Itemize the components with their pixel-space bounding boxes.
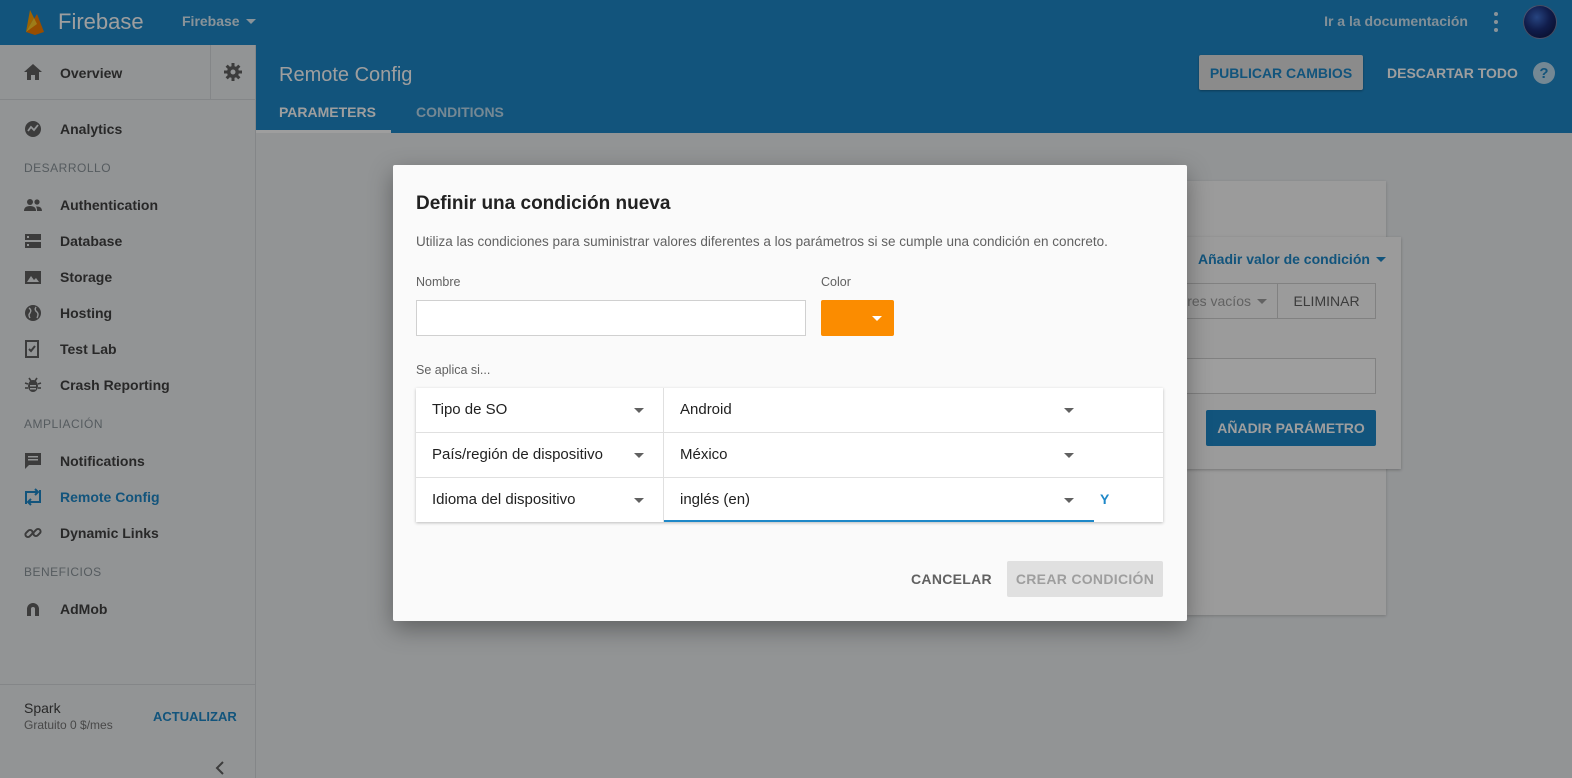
chevron-down-icon <box>634 498 644 503</box>
chevron-down-icon <box>872 316 882 321</box>
rule-value-select[interactable]: Android <box>664 388 1094 432</box>
dialog-title: Definir una condición nueva <box>416 193 671 214</box>
rule-row: Tipo de SO Android <box>416 388 1163 433</box>
rule-value-select[interactable]: inglés (en) <box>664 478 1094 522</box>
new-condition-dialog: Definir una condición nueva Utiliza las … <box>393 165 1187 621</box>
applies-if-label: Se aplica si... <box>416 363 491 377</box>
rule-property-select[interactable]: Idioma del dispositivo <box>416 478 664 522</box>
add-and-rule-button[interactable]: Y <box>1100 491 1109 507</box>
color-label: Color <box>821 275 851 289</box>
rule-property-value: Idioma del dispositivo <box>432 491 576 508</box>
dialog-description: Utiliza las condiciones para suministrar… <box>416 234 1108 249</box>
create-condition-button[interactable]: CREAR CONDICIÓN <box>1007 561 1163 597</box>
chevron-down-icon <box>634 453 644 458</box>
rule-property-select[interactable]: País/región de dispositivo <box>416 433 664 477</box>
chevron-down-icon <box>1064 453 1074 458</box>
condition-rules: Tipo de SO Android País/región de dispos… <box>416 388 1163 522</box>
rule-row: Idioma del dispositivo inglés (en) Y <box>416 478 1163 523</box>
chevron-down-icon <box>634 408 644 413</box>
cancel-button[interactable]: CANCELAR <box>911 571 992 587</box>
rule-value: Android <box>680 401 732 418</box>
chevron-down-icon <box>1064 408 1074 413</box>
rule-property-value: Tipo de SO <box>432 401 508 418</box>
color-picker-button[interactable] <box>821 300 894 336</box>
rule-value: inglés (en) <box>680 491 751 508</box>
rule-value: México <box>680 446 728 463</box>
condition-name-input[interactable] <box>416 300 806 336</box>
rule-property-select[interactable]: Tipo de SO <box>416 388 664 432</box>
rule-row: País/región de dispositivo México <box>416 433 1163 478</box>
rule-value-select[interactable]: México <box>664 433 1094 477</box>
chevron-down-icon <box>1064 498 1074 503</box>
rule-property-value: País/región de dispositivo <box>432 446 603 463</box>
name-label: Nombre <box>416 275 461 289</box>
